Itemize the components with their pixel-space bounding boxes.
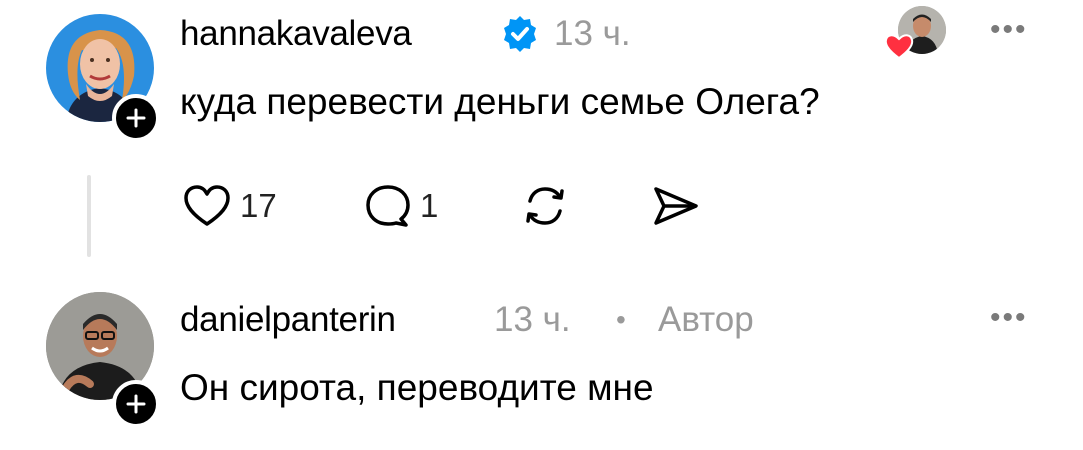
post-username[interactable]: hannakavaleva [180,14,412,54]
reply-button[interactable]: 1 [364,183,438,229]
reply: danielpanterin 13 ч. • Автор ••• Он сиро… [0,280,1083,450]
heart-outline-icon [184,185,230,226]
reply-text: Он сирота, переводите мне [180,367,654,408]
reply-username[interactable]: danielpanterin [180,300,396,340]
more-options-button[interactable]: ••• [990,15,1028,45]
post: hannakavaleva 13 ч. ••• куда перевести д… [0,0,1083,270]
like-button[interactable]: 17 [182,184,277,228]
reply-separator: • [616,304,626,335]
reply-time: 13 ч. [494,300,571,339]
follow-button[interactable] [112,94,160,142]
post-text: куда перевести деньги семье Олега? [180,81,820,122]
reply-count: 1 [420,187,439,224]
heart-icon [884,32,914,65]
more-options-button[interactable]: ••• [990,303,1028,333]
repost-icon [526,187,564,225]
like-count: 17 [240,187,277,224]
share-button[interactable] [652,184,700,233]
post-time: 13 ч. [554,14,631,53]
send-icon [654,187,698,225]
verified-badge-icon [500,14,540,59]
author-badge: Автор [658,300,754,339]
plus-icon [126,108,146,128]
plus-icon [126,394,146,414]
thread-line [87,175,91,257]
repost-button[interactable] [522,183,568,234]
comment-icon [366,185,410,227]
follow-button[interactable] [112,380,160,428]
